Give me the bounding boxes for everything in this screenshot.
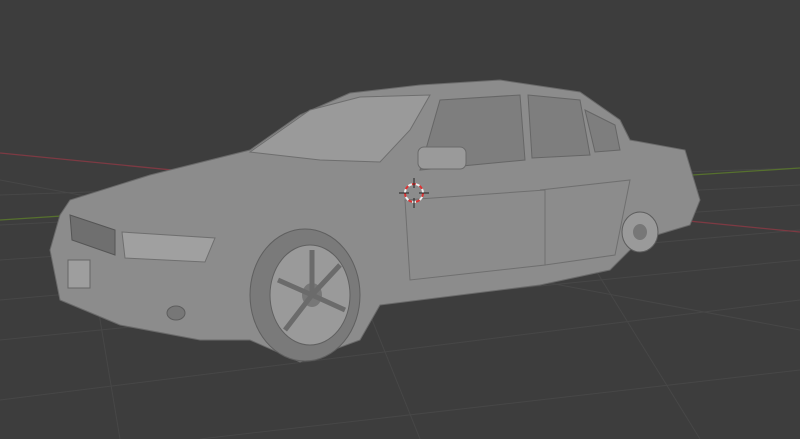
front-wheel [249, 228, 361, 362]
3d-viewport[interactable] [0, 0, 800, 439]
car-model[interactable] [49, 79, 701, 363]
viewport-canvas[interactable] [0, 0, 800, 439]
rear-wheel-hub [621, 211, 659, 253]
